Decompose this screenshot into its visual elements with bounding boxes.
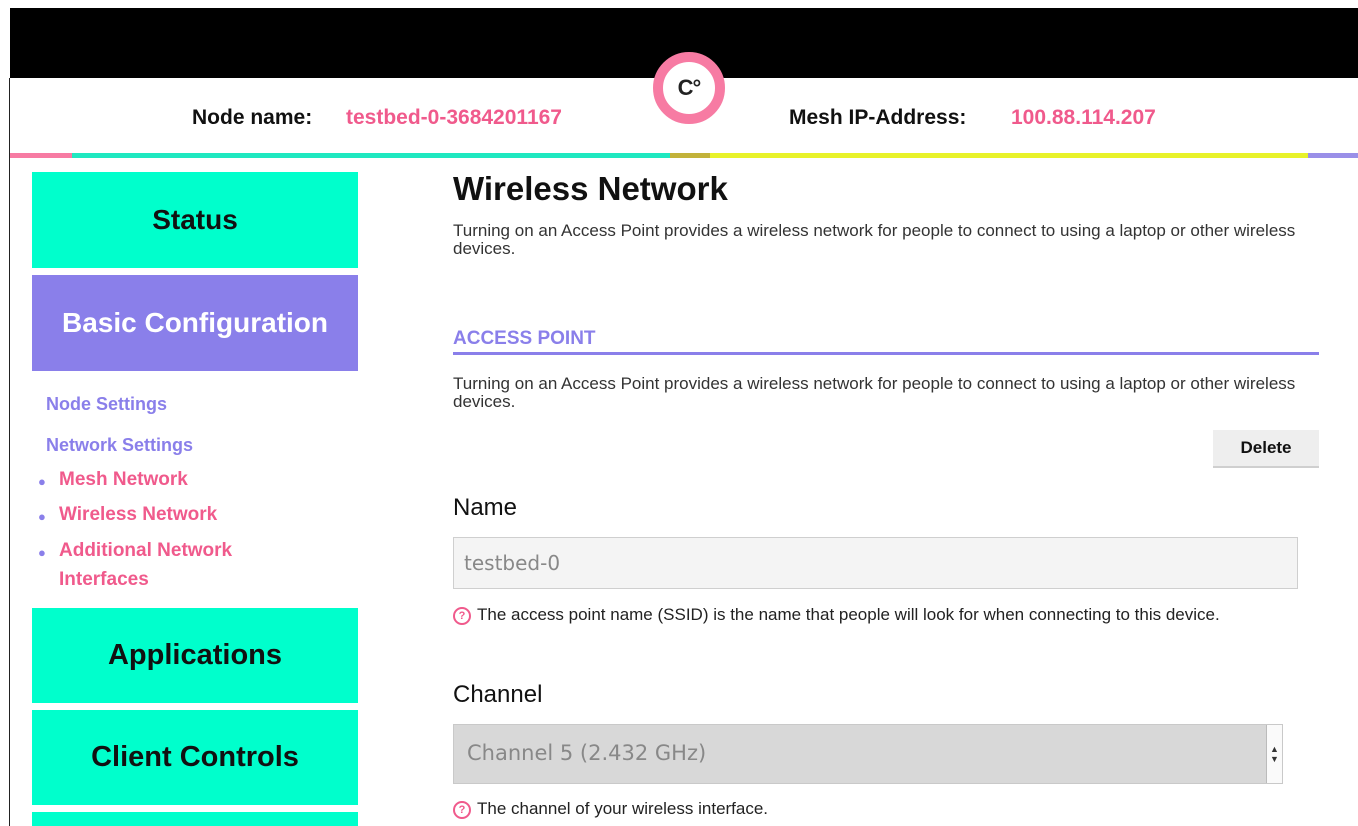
window-border [9,78,10,826]
section-title: ACCESS POINT [453,328,596,349]
channel-select[interactable]: Channel 5 (2.432 GHz) ▲ ▼ [453,724,1283,784]
name-input[interactable] [453,537,1298,589]
channel-select-value: Channel 5 (2.432 GHz) [467,741,707,765]
channel-help: ? The channel of your wireless interface. [453,793,1303,824]
bullet-icon: ● [38,545,46,560]
nav-client-controls-label: Client Controls [91,741,299,773]
delete-button[interactable]: Delete [1213,430,1319,468]
header-stripe-teal [72,153,670,158]
help-icon[interactable]: ? [453,801,471,819]
nav-client-controls[interactable]: Client Controls [32,710,358,805]
help-icon[interactable]: ? [453,607,471,625]
bullet-icon: ● [38,474,46,489]
page-title: Wireless Network [453,170,728,207]
nav-additional-network-interfaces[interactable]: Additional Network Interfaces [59,536,289,594]
nav-mesh-network[interactable]: Mesh Network [59,465,188,494]
section-description: Turning on an Access Point provides a wi… [453,374,1296,411]
name-label: Name [453,494,518,521]
header-stripe-purple [1308,153,1358,158]
header-stripe-pink [10,153,72,158]
nav-applications-label: Applications [107,639,282,671]
node-name-value: testbed-0-3684201167 [346,106,562,129]
nav-network-settings[interactable]: Network Settings [46,435,193,456]
name-help: ? The access point name (SSID) is the nam… [453,599,1303,630]
name-help-text: The access point name (SSID) is the name… [477,605,1220,624]
logo-text: C° [677,75,702,100]
mesh-ip-value: 100.88.114.207 [1011,106,1156,129]
page-description: Turning on an Access Point provides a wi… [453,221,1296,258]
section-divider [453,352,1319,355]
channel-label: Channel [453,681,543,708]
nav-node-settings[interactable]: Node Settings [46,394,167,415]
nav-applications[interactable]: Applications [32,608,358,703]
nav-next-item[interactable] [32,812,358,826]
header-stripe-yellow [710,153,1308,158]
nav-status-label: Status [152,204,238,235]
mesh-ip-label: Mesh IP-Address: [789,106,967,129]
nav-status[interactable]: Status [32,172,358,268]
nav-basic-configuration-label: Basic Configuration [61,307,328,338]
nav-basic-configuration[interactable]: Basic Configuration [32,275,358,371]
nav-wireless-network[interactable]: Wireless Network [59,500,217,529]
dropdown-arrow-icon[interactable]: ▲ ▼ [1266,725,1282,783]
channel-help-text: The channel of your wireless interface. [477,799,769,818]
node-name-label: Node name: [192,106,313,129]
bullet-icon: ● [38,509,46,524]
logo[interactable]: C° [653,52,725,124]
header-stripe-olive [670,153,710,158]
